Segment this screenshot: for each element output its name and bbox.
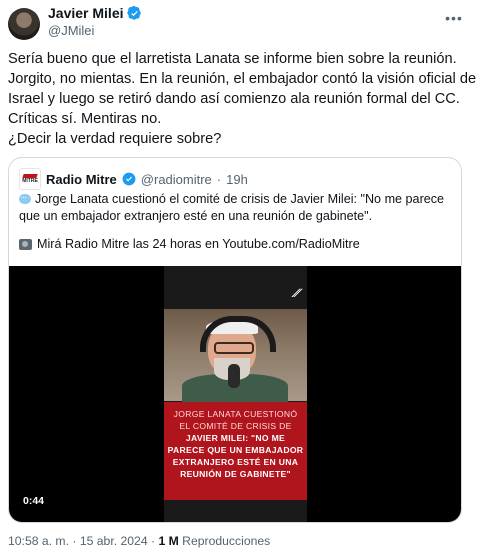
quoted-text-content: Jorge Lanata cuestionó el comité de cris… <box>35 192 445 206</box>
quoted-tweet[interactable]: MITRE Radio Mitre @radiomitre · 19h Jorg… <box>8 157 462 523</box>
caption-line: EL COMITÉ DE CRISIS DE <box>179 421 292 431</box>
footer-separator: · <box>151 534 156 548</box>
author-avatar[interactable] <box>8 8 40 40</box>
quoted-text-line: que un embajador extranjero esté en una … <box>19 209 373 223</box>
quoted-author-name[interactable]: Radio Mitre <box>46 172 117 187</box>
author-name[interactable]: Javier Milei <box>48 5 124 21</box>
verified-badge-icon <box>122 172 136 186</box>
verified-badge-icon <box>126 5 141 20</box>
quoted-tweet-text: Jorge Lanata cuestionó el comité de cris… <box>19 189 451 225</box>
tweet-line: ¿Decir la verdad requiere sobre? <box>8 131 222 147</box>
caption-line: REUNIÓN DE GABINETE" <box>180 469 291 479</box>
caption-line: EXTRANJERO ESTÉ EN UNA <box>172 457 299 467</box>
video-duration: 0:44 <box>23 495 45 507</box>
tweet-text: Sería bueno que el larretista Lanata se … <box>8 49 477 149</box>
quoted-secondary-line: Mirá Radio Mitre las 24 horas en Youtube… <box>19 237 360 251</box>
tweet-line: Jorgito, no mientas. En la reunión, el e… <box>8 71 477 87</box>
speech-bubble-emoji-icon <box>19 189 31 206</box>
footer-separator: · <box>72 534 77 548</box>
tweet-time[interactable]: 10:58 a. m. <box>8 534 69 548</box>
view-label: Reproducciones <box>182 534 271 548</box>
glasses-icon <box>214 342 254 354</box>
mitre-watermark-icon: ⁄⁄ <box>292 286 302 300</box>
quoted-text-line: Jorge Lanata cuestionó el comité de cris… <box>19 189 451 208</box>
tweet-line: Críticas sí. Mentiras no. <box>8 111 162 127</box>
tweet-line: Sería bueno que el larretista Lanata se … <box>8 51 457 67</box>
radio-mitre-logo-icon: MITRE <box>19 168 41 190</box>
author-handle[interactable]: @JMilei <box>48 23 94 38</box>
meta-separator: · <box>216 171 222 187</box>
caption-line: JORGE LANATA CUESTIONÓ <box>173 409 298 419</box>
video-frame: ⁄⁄ JORGE LANATA CUESTIONÓ EL COMITÉ DE C… <box>164 266 307 522</box>
more-options-icon[interactable]: ••• <box>442 8 466 28</box>
tweet-date[interactable]: 15 abr. 2024 <box>80 534 148 548</box>
microphone-icon <box>228 364 240 388</box>
caption-line: JAVIER MILEI: "NO ME <box>185 433 286 443</box>
camera-emoji-icon <box>19 238 32 250</box>
quoted-secondary-text: Mirá Radio Mitre las 24 horas en Youtube… <box>37 237 360 251</box>
quoted-tweet-age[interactable]: 19h <box>226 172 248 187</box>
quoted-tweet-header: MITRE Radio Mitre @radiomitre · 19h <box>19 168 248 190</box>
tweet-line: Israel y luego se retiró dando así comie… <box>8 91 460 107</box>
quoted-author-handle[interactable]: @radiomitre <box>141 172 212 187</box>
video-caption: JORGE LANATA CUESTIONÓ EL COMITÉ DE CRIS… <box>164 402 307 500</box>
video-player[interactable]: ⁄⁄ JORGE LANATA CUESTIONÓ EL COMITÉ DE C… <box>9 266 461 522</box>
tweet-footer: 10:58 a. m. · 15 abr. 2024 · 1 M Reprodu… <box>8 534 270 548</box>
author-name-row: Javier Milei <box>48 5 142 21</box>
caption-line: PARECE QUE UN EMBAJADOR <box>167 445 304 455</box>
view-count: 1 M <box>158 534 179 548</box>
